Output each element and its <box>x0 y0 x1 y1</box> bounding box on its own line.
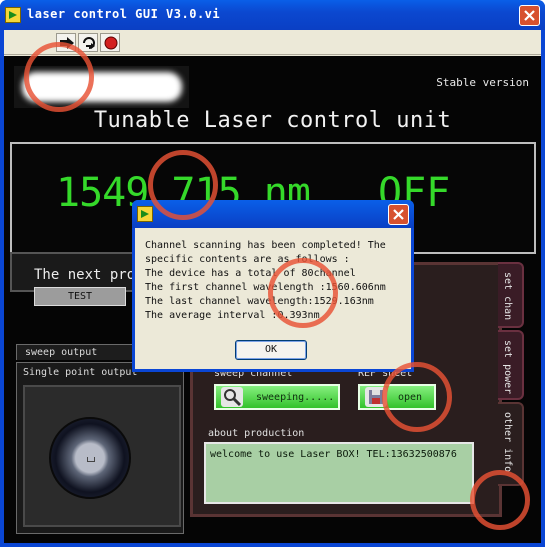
next-program-label: The next pro <box>34 267 136 283</box>
abort-stop-icon <box>104 36 118 50</box>
tab-label: other info <box>502 412 513 473</box>
about-text-box: welcome to use Laser BOX! TEL:1363250087… <box>204 442 474 504</box>
dialog-body: Channel scanning has been completed! The… <box>135 228 411 369</box>
window-title: laser control GUI V3.0.vi <box>27 7 221 21</box>
title-bar[interactable]: laser control GUI V3.0.vi <box>0 0 545 30</box>
single-point-output-box: Single point output <box>16 362 184 534</box>
tab-label: set chan <box>502 272 513 321</box>
dialog-line: The first channel wavelength :1560.606nm <box>145 282 386 293</box>
single-output-label: Single point output <box>23 367 138 378</box>
sweep-output-tab[interactable]: sweep output <box>16 344 136 360</box>
vi-toolbar <box>4 30 541 55</box>
run-arrow-icon <box>60 37 74 49</box>
abort-button[interactable] <box>100 33 120 52</box>
close-button[interactable] <box>519 5 540 26</box>
output-knob[interactable] <box>49 417 131 499</box>
ok-button[interactable]: OK <box>235 340 307 360</box>
dialog-line: The average interval :0.393nm <box>145 310 320 321</box>
labview-vi-icon <box>5 7 21 23</box>
dialog-line: The last channel wavelength:1529.163nm <box>145 296 374 307</box>
dialog-line: specific contents are as follows : <box>145 254 350 265</box>
knob-well <box>23 385 181 527</box>
dialog-line: Channel scanning has been completed! The <box>145 240 386 251</box>
run-continuously-icon <box>83 37 95 49</box>
version-label: Stable version <box>436 76 529 89</box>
close-icon <box>393 209 404 220</box>
test-button[interactable]: TEST <box>34 287 126 306</box>
sweep-button[interactable]: sweeping..... <box>214 384 340 410</box>
magnifier-icon <box>221 387 243 407</box>
open-button-label: open <box>398 392 423 403</box>
open-button[interactable]: open <box>358 384 436 410</box>
dialog-line: The device has a total of 80channel <box>145 268 356 279</box>
disk-icon <box>365 387 387 407</box>
tab-label: set power <box>502 340 513 395</box>
panel-heading: Tunable Laser control unit <box>93 108 452 133</box>
dialog-close-button[interactable] <box>388 204 409 225</box>
run-button[interactable] <box>56 33 76 52</box>
tab-set-power[interactable]: set power <box>498 330 524 400</box>
dialog-title-bar[interactable] <box>132 200 414 228</box>
labview-vi-icon <box>137 206 153 222</box>
about-label: about production <box>208 428 305 439</box>
close-icon <box>524 10 535 21</box>
logo <box>14 66 189 108</box>
tab-set-chan[interactable]: set chan <box>498 262 524 328</box>
run-continuously-button[interactable] <box>78 33 98 52</box>
scan-complete-dialog: Channel scanning has been completed! The… <box>132 200 414 372</box>
sweep-button-label: sweeping..... <box>256 392 335 403</box>
tab-other-info[interactable]: other info <box>498 402 524 486</box>
